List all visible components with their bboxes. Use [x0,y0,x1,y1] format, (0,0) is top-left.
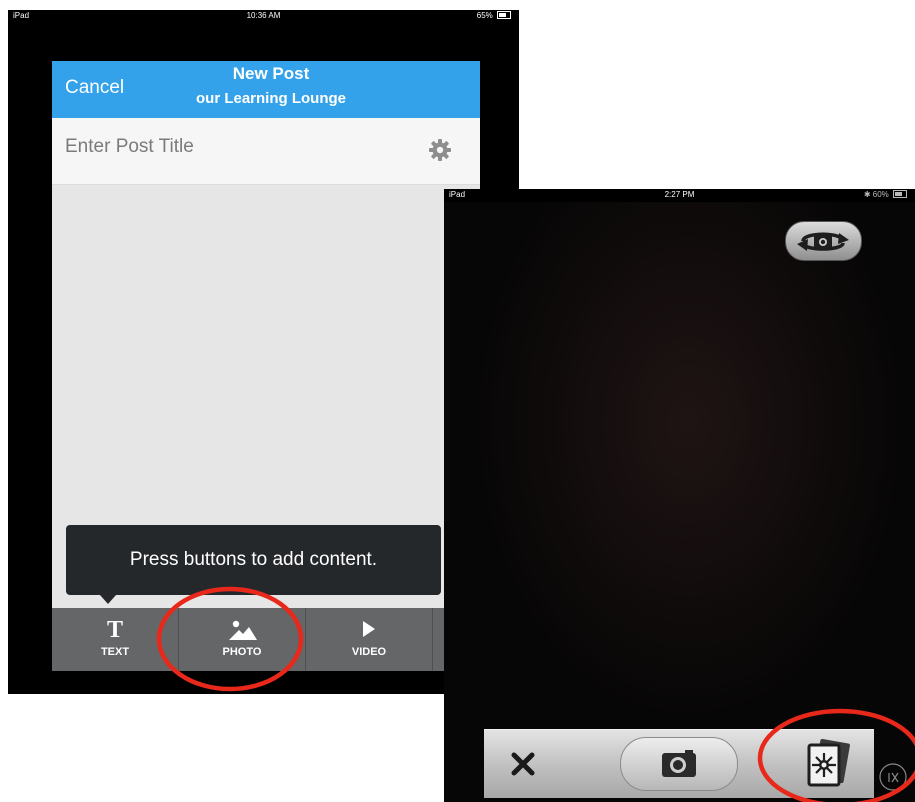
battery-indicator: ✱ 60% [864,190,907,199]
content-toolbar: T TEXT PHOTO VIDEO [52,608,480,671]
photo-library-icon[interactable] [805,739,851,787]
help-tooltip: Press buttons to add content. [66,525,441,595]
gear-icon[interactable] [428,138,452,162]
new-post-screenshot: iPad 10:36 AM 65% Cancel New Post our Le… [8,10,519,694]
bluetooth-icon: ✱ [863,190,871,199]
zoom-1x-icon [879,763,907,791]
status-time: 10:36 AM [246,11,281,20]
page-subtitle: our Learning Lounge [196,90,346,107]
photo-button[interactable]: PHOTO [179,608,305,671]
text-icon: T [106,617,123,643]
battery-icon [497,11,511,19]
battery-indicator: 65% [477,11,511,20]
battery-percent: 65% [476,11,493,20]
camera-screenshot: iPad 2:27 PM ✱ 60% [444,189,915,802]
video-button[interactable]: VIDEO [306,608,432,671]
status-bar: iPad 10:36 AM 65% [8,10,519,23]
post-title-input[interactable] [65,136,405,158]
flip-camera-button[interactable] [785,221,862,261]
new-post-panel: Cancel New Post our Learning Lounge Ente… [52,61,480,671]
camera-flip-icon [797,232,849,251]
text-button[interactable]: T TEXT [52,608,178,671]
status-time: 2:27 PM [664,190,695,199]
camera-status-bar: iPad 2:27 PM ✱ 60% [444,189,915,202]
photo-button-label: PHOTO [222,646,262,658]
tooltip-arrow [100,595,116,604]
shutter-button[interactable] [620,737,738,791]
camera-icon [662,750,696,777]
post-title-row [52,118,480,185]
camera-control-bar [484,729,874,798]
toolbar-divider [432,608,433,671]
page-title: New Post [232,64,310,83]
battery-percent: 60% [872,190,889,199]
photo-icon [229,620,257,640]
video-button-label: VIDEO [351,646,387,658]
close-icon[interactable] [506,747,540,781]
nav-bar: Cancel New Post our Learning Lounge [52,61,480,118]
text-button-label: TEXT [100,646,130,658]
battery-icon [893,190,907,198]
video-play-icon [363,621,375,637]
